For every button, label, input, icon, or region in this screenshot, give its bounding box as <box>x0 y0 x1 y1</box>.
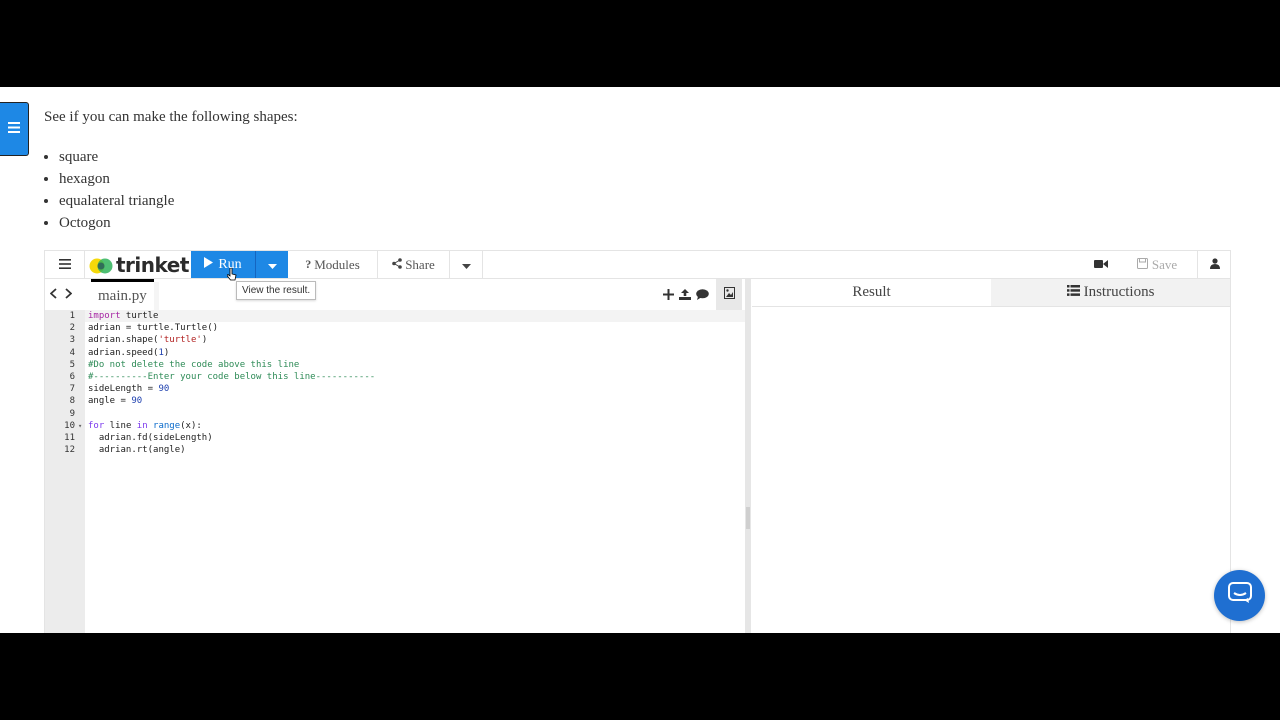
record-video-button[interactable] <box>1085 251 1117 278</box>
comment-icon[interactable] <box>696 287 709 305</box>
list-item: equalateral triangle <box>59 190 174 212</box>
sidebar-toggle-button[interactable] <box>0 102 29 156</box>
code-line: angle = 90 <box>88 396 143 407</box>
code-line: #----------Enter your code below this li… <box>88 371 376 382</box>
file-nav <box>49 286 73 304</box>
caret-down-icon <box>461 257 471 272</box>
play-icon <box>204 256 214 273</box>
run-options-button[interactable] <box>255 251 288 278</box>
instructions-intro: See if you can make the following shapes… <box>44 109 298 125</box>
line-number: 11 <box>64 432 75 443</box>
trinket-logo-icon <box>89 256 113 274</box>
menu-icon <box>8 120 20 138</box>
share-label: Share <box>405 256 435 272</box>
trinket-toolbar: trinket Run ? Modules Share Save <box>45 251 1230 279</box>
image-view-button[interactable] <box>716 279 742 310</box>
caret-down-icon <box>267 257 277 272</box>
line-number-fold: 10 ▾ <box>64 420 83 432</box>
code-line: adrian.shape('turtle') <box>88 335 208 346</box>
code-editor[interactable]: import turtle adrian = turtle.Turtle() a… <box>85 310 745 633</box>
image-icon <box>723 286 735 304</box>
user-icon <box>1209 257 1220 272</box>
save-label: Save <box>1151 256 1178 272</box>
code-line: import turtle <box>88 311 159 321</box>
page-content: See if you can make the following shapes… <box>0 87 1280 633</box>
tab-instructions[interactable]: Instructions <box>991 279 1230 306</box>
more-options-button[interactable] <box>450 251 483 278</box>
fold-caret-icon[interactable]: ▾ <box>78 420 82 432</box>
line-number: 12 <box>64 445 75 456</box>
chevron-left-icon[interactable] <box>49 286 57 304</box>
editor-header: main.py <box>45 279 745 310</box>
chat-support-button[interactable] <box>1214 570 1265 621</box>
line-number: 8 <box>69 396 75 407</box>
instructions-label: Instructions <box>1083 284 1155 300</box>
shapes-list: square hexagon equalateral triangle Octo… <box>44 146 174 234</box>
menu-icon <box>58 257 71 272</box>
chat-icon <box>1227 582 1252 609</box>
line-number: 9 <box>69 408 75 419</box>
save-button[interactable]: Save <box>1123 251 1191 278</box>
upload-icon[interactable] <box>679 287 691 305</box>
share-icon <box>392 257 402 273</box>
line-number: 4 <box>69 347 75 358</box>
trinket-logo[interactable]: trinket <box>85 251 191 278</box>
chevron-right-icon[interactable] <box>65 286 73 304</box>
save-icon <box>1136 257 1148 273</box>
line-number: 5 <box>69 359 75 370</box>
code-line: for line in range(x): <box>88 420 202 431</box>
editor-actions <box>663 287 709 305</box>
user-account-button[interactable] <box>1197 251 1231 278</box>
line-number: 7 <box>69 384 75 395</box>
add-file-icon[interactable] <box>663 287 674 305</box>
splitter-handle[interactable] <box>746 507 750 529</box>
line-number: 2 <box>69 323 75 334</box>
code-line: adrian.rt(angle) <box>88 445 186 456</box>
output-tabs: Result Instructions <box>752 279 1230 307</box>
run-button[interactable]: Run <box>191 251 255 278</box>
code-line: sideLength = 90 <box>88 384 170 395</box>
tab-result[interactable]: Result <box>752 279 991 306</box>
list-item: Octogon <box>59 212 174 234</box>
trinket-embed: trinket Run ? Modules Share Save View th… <box>44 250 1231 633</box>
file-tab-main[interactable]: main.py <box>91 279 154 310</box>
code-line: #Do not delete the code above this line <box>88 359 300 370</box>
line-number: 3 <box>69 335 75 346</box>
list-item: square <box>59 146 174 168</box>
code-line: adrian.fd(sideLength) <box>88 432 213 443</box>
share-button[interactable]: Share <box>378 251 450 278</box>
code-line: adrian = turtle.Turtle() <box>88 323 219 334</box>
list-icon <box>1066 284 1080 301</box>
line-number: 1 <box>69 311 75 321</box>
trinket-logo-text: trinket <box>116 252 189 277</box>
modules-label: Modules <box>314 256 360 272</box>
list-item: hexagon <box>59 168 174 190</box>
code-line: adrian.speed(1) <box>88 347 170 358</box>
modules-button[interactable]: ? Modules <box>288 251 378 278</box>
question-icon: ? <box>305 257 312 271</box>
pane-splitter[interactable] <box>745 279 751 633</box>
menu-button[interactable] <box>45 251 85 278</box>
video-camera-icon <box>1094 257 1108 272</box>
line-number-gutter: 1 2 3 4 5 6 7 8 9 10 ▾ 11 12 <box>45 310 85 633</box>
line-number: 6 <box>69 371 75 382</box>
